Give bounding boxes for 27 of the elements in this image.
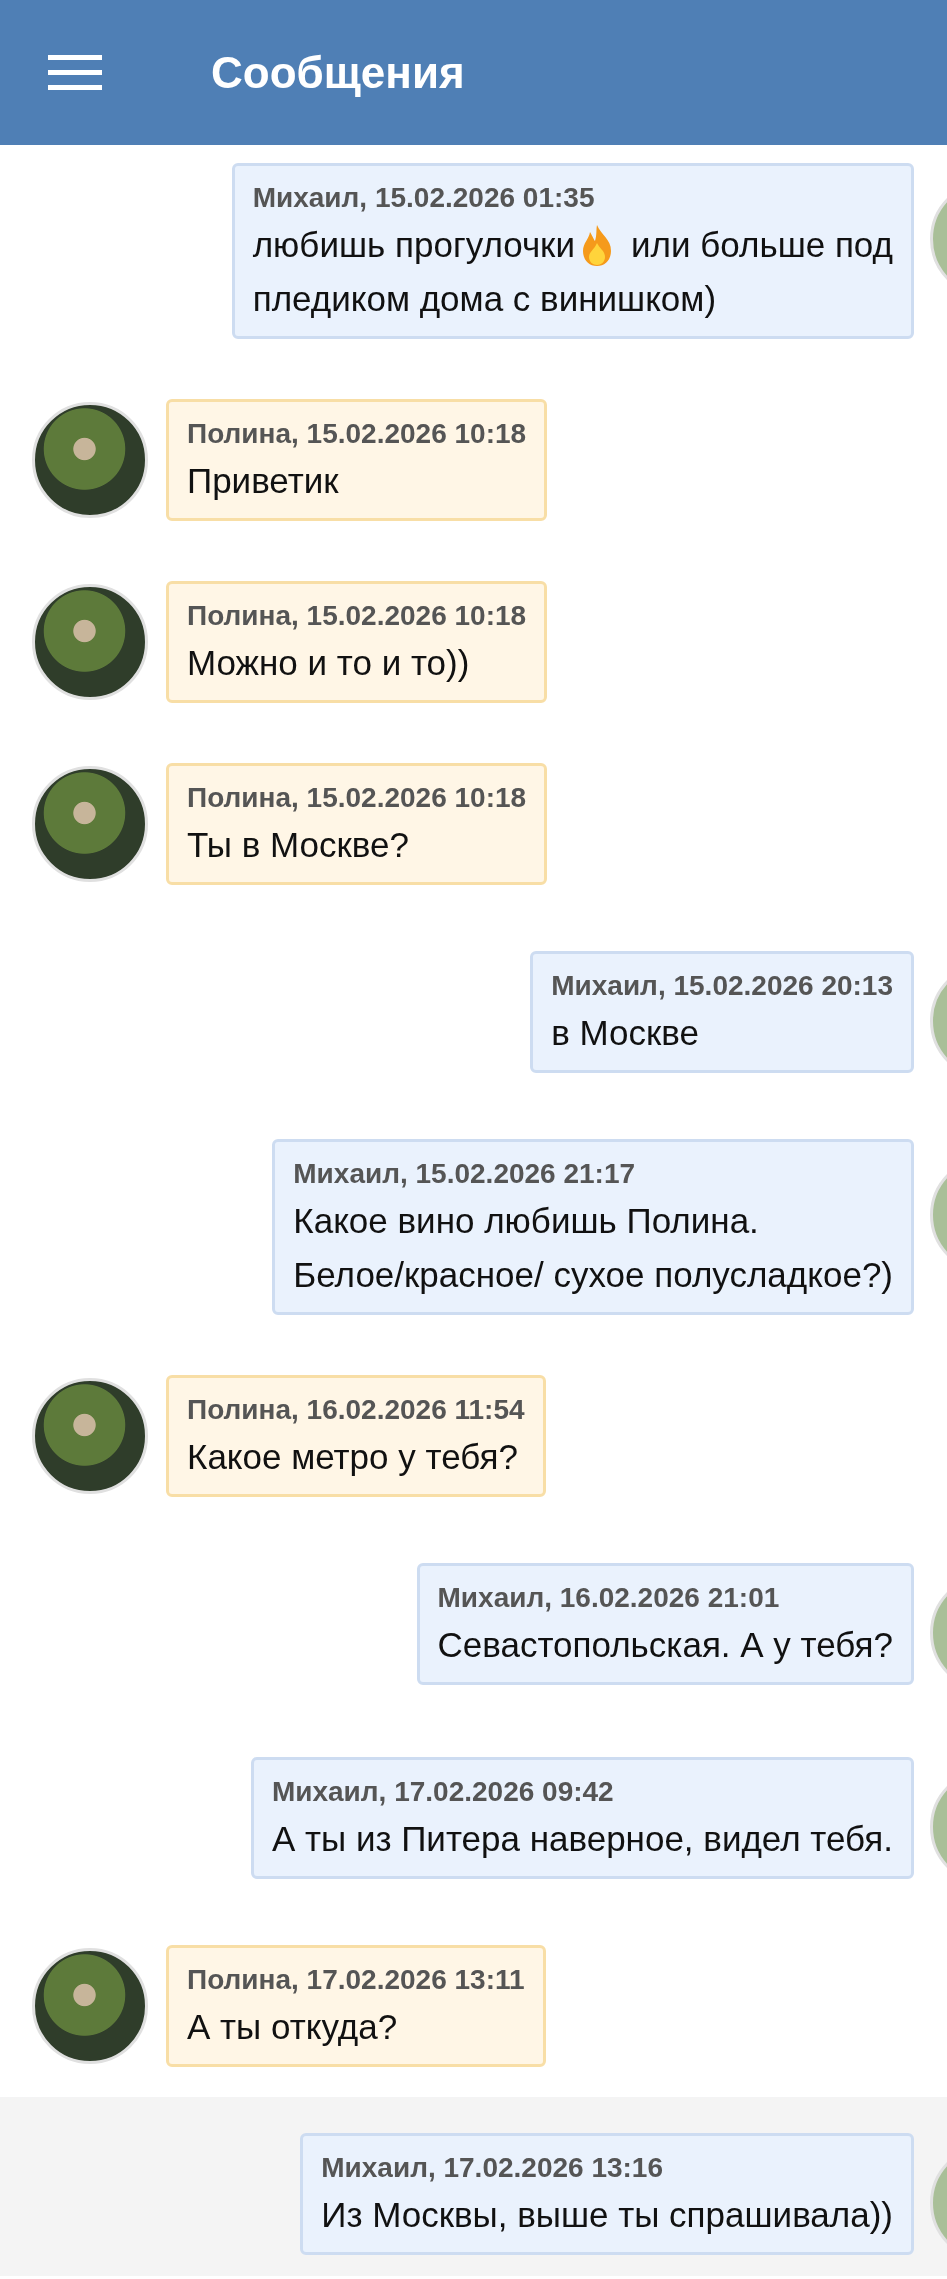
- message-text: в Москве: [551, 1012, 700, 1054]
- message-text: А ты из Питера наверное, видел тебя.: [271, 1818, 893, 1860]
- message-meta: Полина, 16.02.2026 11:54: [187, 1393, 525, 1427]
- page-title: Сообщения: [211, 47, 465, 98]
- message-text: Ты в Москве?: [187, 824, 409, 866]
- message-text: Из Москвы, выше ты спрашивала)): [321, 2194, 893, 2236]
- message-text: Белое/красное/ сухое полусладкое?): [293, 1254, 893, 1296]
- message-meta: Михаил, 15.02.2026 20:13: [551, 969, 893, 1003]
- message-meta: Михаил, 17.02.2026 13:16: [321, 2151, 664, 2185]
- message-text: любишь прогулочки: [252, 224, 575, 266]
- message-text: Какое вино любишь Полина.: [293, 1200, 759, 1242]
- message-meta: Полина, 17.02.2026 13:11: [187, 1963, 525, 1997]
- message-meta: Михаил, 15.02.2026 21:17: [293, 1157, 637, 1191]
- message-meta: Михаил, 17.02.2026 09:42: [271, 1775, 615, 1809]
- message-text: или больше под: [631, 224, 893, 266]
- message-text: Какое метро у тебя?: [187, 1436, 518, 1478]
- message-text: А ты откуда?: [187, 2006, 398, 2048]
- message-meta: Полина, 15.02.2026 10:18: [187, 781, 527, 815]
- message-meta: Михаил, 15.02.2026 01:35: [252, 181, 596, 215]
- message-meta: Полина, 15.02.2026 10:18: [187, 599, 527, 633]
- message-text: пледиком дома с винишком): [252, 278, 717, 320]
- message-meta: Полина, 15.02.2026 10:18: [187, 417, 527, 451]
- message-text: Приветик: [187, 460, 339, 502]
- message-text: Севастопольская. А у тебя?: [437, 1624, 893, 1666]
- message-text: Можно и то и то)): [187, 642, 470, 684]
- message-meta: Михаил, 16.02.2026 21:01: [437, 1581, 781, 1615]
- menu-icon[interactable]: [48, 52, 102, 93]
